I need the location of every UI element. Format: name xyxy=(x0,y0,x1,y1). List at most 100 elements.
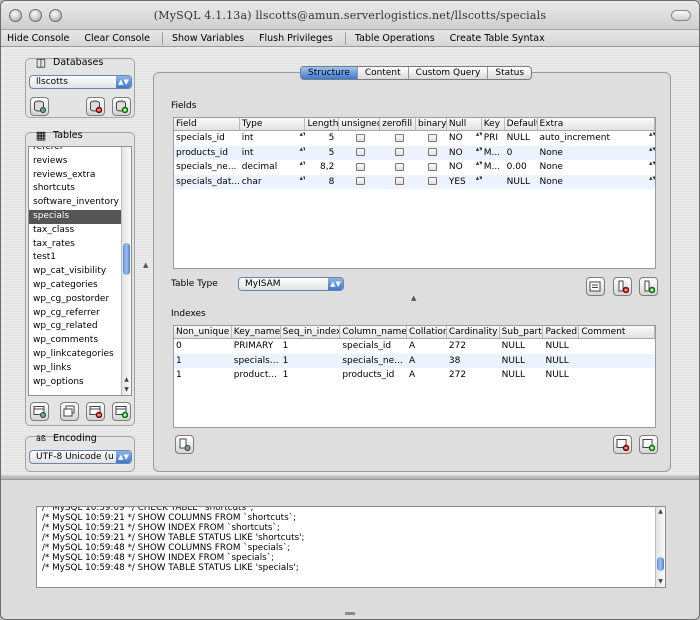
field-length-cell[interactable]: 5 xyxy=(305,131,339,145)
field-row[interactable]: specials_ne...decimal▴▾8,2NO▴▾M...0.00No… xyxy=(174,160,655,175)
scroll-up-arrow-icon[interactable]: ▲ xyxy=(122,375,131,385)
tab-status[interactable]: Status xyxy=(488,67,531,79)
table-list-item[interactable]: shortcuts xyxy=(29,182,122,196)
scroll-down-arrow-icon[interactable]: ▼ xyxy=(656,577,665,587)
split-view-handle-icon[interactable]: ▲ xyxy=(143,261,148,269)
table-list-item[interactable]: software_inventory xyxy=(29,196,122,210)
tab-custom-query[interactable]: Custom Query xyxy=(409,67,489,79)
table-operations-button[interactable]: Table Operations xyxy=(349,33,444,44)
remove-index-button[interactable] xyxy=(613,435,632,454)
column-header[interactable]: Packed xyxy=(543,326,580,338)
create-table-syntax-button[interactable]: Create Table Syntax xyxy=(444,33,554,44)
binary-checkbox[interactable] xyxy=(427,148,437,157)
zerofill-checkbox[interactable] xyxy=(394,177,404,186)
field-length-cell[interactable]: 8,2 xyxy=(305,160,339,174)
column-header[interactable]: unsigned xyxy=(339,118,381,130)
stepper-icon[interactable]: ▴▾ xyxy=(649,146,655,153)
table-list-item[interactable]: reviews_extra xyxy=(29,169,122,183)
console-log[interactable]: /* MySQL 10:59:09 */ CHECK TABLE `shortc… xyxy=(36,506,666,588)
scroll-down-arrow-icon[interactable]: ▼ xyxy=(122,385,131,395)
remove-table-button[interactable] xyxy=(86,402,105,421)
hide-console-button[interactable]: Hide Console xyxy=(1,33,78,44)
field-null-cell[interactable]: NO▴▾ xyxy=(447,146,482,160)
toolbar-toggle-button[interactable] xyxy=(671,10,691,21)
indexes-table[interactable]: Non_unique Key_name Seq_in_index Column_nam… xyxy=(173,325,656,428)
field-name-cell[interactable]: specials_dat... xyxy=(174,175,240,189)
stepper-icon[interactable]: ▴▾ xyxy=(649,160,655,167)
field-extra-cell[interactable]: None ▴▾ xyxy=(537,146,655,160)
field-name-cell[interactable]: products_id xyxy=(174,146,240,160)
duplicate-table-button[interactable] xyxy=(60,402,79,421)
remove-database-button[interactable] xyxy=(86,97,105,116)
binary-checkbox[interactable] xyxy=(427,133,437,142)
column-header[interactable]: Non_unique xyxy=(174,326,232,338)
table-list-item[interactable]: tax_rates xyxy=(29,238,122,252)
table-list-item[interactable]: wp_linkcategories xyxy=(29,348,122,362)
field-type-cell[interactable]: int▴▾ xyxy=(240,131,306,145)
database-select[interactable]: llscotts ▲▼ xyxy=(29,75,132,89)
scrollbar-thumb[interactable] xyxy=(657,557,664,571)
field-row[interactable]: specials_dat...char▴▾8 YES▴▾ NULLNone ▴▾ xyxy=(174,174,655,189)
table-type-select[interactable]: MyISAM ▲▼ xyxy=(238,277,344,291)
column-header[interactable]: Sub_part xyxy=(500,326,544,338)
table-list-item[interactable]: wp_options xyxy=(29,376,122,390)
field-default-cell[interactable]: NULL xyxy=(505,175,538,189)
table-list-item[interactable]: wp_cat_visibility xyxy=(29,265,122,279)
table-list-item[interactable]: wp_comments xyxy=(29,334,122,348)
index-row[interactable]: 1 product... 1 products_id A 272 NULL NULL xyxy=(174,368,655,383)
encoding-select[interactable]: UTF-8 Unicode (u ▲▼ xyxy=(29,450,132,464)
table-list-item[interactable]: wp_links xyxy=(29,362,122,376)
scrollbar-thumb[interactable] xyxy=(123,243,130,275)
column-header[interactable]: binary xyxy=(416,118,447,130)
table-list-item[interactable]: wp_cg_related xyxy=(29,320,122,334)
edit-field-button[interactable] xyxy=(586,277,605,296)
field-default-cell[interactable]: 0.00 xyxy=(505,160,538,174)
field-type-cell[interactable]: int▴▾ xyxy=(240,146,306,160)
stepper-icon[interactable]: ▴▾ xyxy=(649,131,655,138)
add-index-button[interactable] xyxy=(639,435,658,454)
binary-checkbox[interactable] xyxy=(427,162,437,171)
scroll-up-arrow-icon[interactable]: ▲ xyxy=(656,507,665,517)
table-list-item[interactable]: specials xyxy=(29,209,122,224)
column-header[interactable]: Null xyxy=(447,118,482,130)
table-info-button[interactable] xyxy=(30,402,49,421)
zerofill-checkbox[interactable] xyxy=(394,133,404,142)
field-null-cell[interactable]: NO▴▾ xyxy=(447,131,482,145)
unsigned-checkbox[interactable] xyxy=(356,162,366,171)
field-type-cell[interactable]: decimal▴▾ xyxy=(240,160,306,174)
field-length-cell[interactable]: 5 xyxy=(305,146,339,160)
field-default-cell[interactable]: 0 xyxy=(505,146,538,160)
zerofill-checkbox[interactable] xyxy=(394,148,404,157)
field-name-cell[interactable]: specials_ne... xyxy=(174,160,240,174)
column-header[interactable]: Field xyxy=(174,118,240,130)
index-row[interactable]: 0 PRIMARY 1 specials_id A 272 NULL NULL xyxy=(174,339,655,354)
column-header[interactable]: Key xyxy=(482,118,505,130)
tab-structure[interactable]: Structure xyxy=(301,67,358,79)
resize-handle-icon[interactable] xyxy=(345,612,355,615)
field-type-cell[interactable]: char▴▾ xyxy=(240,175,306,189)
unsigned-checkbox[interactable] xyxy=(356,133,366,142)
add-database-button[interactable] xyxy=(112,97,131,116)
column-header[interactable]: Default xyxy=(505,118,538,130)
split-view-handle-icon[interactable]: ▲ xyxy=(411,294,416,302)
table-list-item[interactable]: test1 xyxy=(29,251,122,265)
refresh-indexes-button[interactable] xyxy=(175,435,194,454)
table-list-item[interactable]: reviews xyxy=(29,155,122,169)
show-variables-button[interactable]: Show Variables xyxy=(166,33,253,44)
fields-table[interactable]: Field Type Length unsigned zerofill binary Nul… xyxy=(173,117,656,269)
unsigned-checkbox[interactable] xyxy=(356,177,366,186)
field-null-cell[interactable]: YES▴▾ xyxy=(447,175,482,189)
binary-checkbox[interactable] xyxy=(427,177,437,186)
tables-list[interactable]: referer reviews reviews_extra shortcuts soft… xyxy=(28,146,132,396)
table-list-item[interactable]: referer xyxy=(29,147,122,155)
field-row[interactable]: products_idint▴▾5 NO▴▾M... 0None ▴▾ xyxy=(174,145,655,160)
index-row[interactable]: 1 specials... 1 specials_ne... A 38 NULL NULL xyxy=(174,353,655,368)
field-extra-cell[interactable]: None ▴▾ xyxy=(537,175,655,189)
field-row[interactable]: specials_idint▴▾5NO▴▾PRINULLauto_increme… xyxy=(174,131,655,146)
tab-content[interactable]: Content xyxy=(358,67,409,79)
zerofill-checkbox[interactable] xyxy=(394,162,404,171)
column-header[interactable]: Column_name xyxy=(340,326,408,338)
stepper-icon[interactable]: ▴▾ xyxy=(649,175,655,182)
column-header[interactable]: zerofill xyxy=(380,118,416,130)
column-header[interactable]: Collation xyxy=(407,326,447,338)
